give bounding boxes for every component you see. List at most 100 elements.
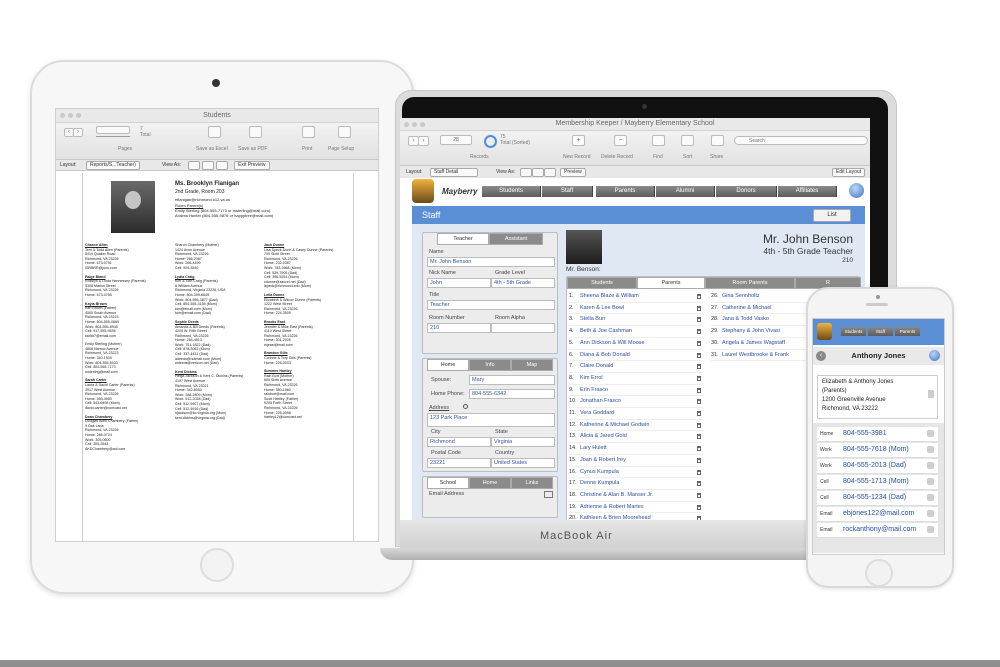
email-icon[interactable] (927, 526, 934, 533)
list-item[interactable]: 11. Vera Goddard (569, 408, 703, 420)
trash-icon[interactable] (697, 516, 701, 520)
trash-icon[interactable] (697, 492, 701, 498)
trash-icon[interactable] (697, 434, 701, 440)
list-item[interactable]: 20. Kathleen & Brien Moorehead (569, 513, 703, 520)
contact-value[interactable]: 804-555-1713 (Mom) (843, 478, 909, 485)
list-item-name[interactable]: Gina Sennholtz (722, 293, 760, 299)
tab-school[interactable]: School (427, 477, 469, 489)
contact-row[interactable]: Email rockanthony@mail.com (817, 523, 938, 538)
list-item-name[interactable]: Angela & James Wagstaff (722, 340, 785, 346)
phone-icon[interactable] (927, 494, 934, 501)
list-item-name[interactable]: Claire Donald (580, 363, 613, 369)
list-item[interactable]: 10. Jonathan Frasco (569, 396, 703, 409)
save-as-excel-button[interactable]: Save as Excel (196, 146, 228, 152)
list-item[interactable]: 16. Cynus Kumpula (569, 467, 703, 479)
trash-icon[interactable] (697, 411, 701, 417)
zoom-window-icon[interactable] (76, 113, 81, 118)
list-item-name[interactable]: Ann Dickson & Will Moose (580, 340, 645, 346)
close-window-icon[interactable] (60, 113, 65, 118)
zoom-window-icon[interactable] (420, 122, 425, 127)
tab-parents[interactable]: Parents (637, 277, 705, 289)
list-item[interactable]: 18. Christine & Alan B. Manser Jr. (569, 490, 703, 502)
find-icon[interactable] (652, 135, 665, 146)
search-input[interactable] (734, 136, 868, 145)
list-item-name[interactable]: Denne Kumpula (580, 480, 619, 486)
list-item[interactable]: 19. Adrienne & Robert Martes (569, 502, 703, 514)
room-alpha-field[interactable] (491, 323, 555, 333)
list-item[interactable]: 13. Alicia & Jared Gold (569, 431, 703, 444)
page-slider[interactable] (96, 136, 130, 137)
phone-icon[interactable] (927, 462, 934, 469)
print-button[interactable]: Print (302, 146, 312, 152)
list-item[interactable]: 17. Denne Kumpula (569, 478, 703, 490)
save-excel-icon[interactable] (208, 126, 221, 138)
list-item[interactable]: 4. Beth & Joe Cashman (569, 326, 703, 338)
new-record-button[interactable]: New Record (563, 154, 591, 160)
list-item-name[interactable]: Kathleen & Brien Moorehead (580, 515, 651, 520)
view-list-icon[interactable] (202, 161, 214, 170)
contact-value[interactable]: 804-555-3981 (843, 430, 887, 437)
trash-icon[interactable] (697, 387, 701, 393)
list-item-name[interactable]: Lary Hulett (580, 445, 607, 451)
view-form-icon[interactable] (520, 168, 532, 177)
next-record-icon[interactable]: › (418, 136, 429, 146)
list-item-name[interactable]: Katherine & Michael Godwin (580, 422, 649, 428)
contact-value[interactable]: ebjones122@mail.com (843, 510, 914, 517)
list-item-name[interactable]: Joan & Robert Irey (580, 457, 626, 463)
layout-select[interactable]: Reports/S...Teacher) (86, 161, 140, 170)
share-button[interactable]: Share (710, 154, 723, 160)
globe-icon[interactable] (929, 350, 940, 361)
list-item[interactable]: 1. Sheena Blaze & William (569, 291, 703, 303)
list-item-name[interactable]: Sheena Blaze & William (580, 293, 639, 299)
find-button[interactable]: Find (653, 154, 663, 160)
record-number-field[interactable]: 28 (440, 135, 472, 145)
email-icon[interactable] (927, 510, 934, 517)
globe-icon[interactable] (849, 183, 864, 198)
nav-tab-affiliates[interactable]: Affiliates (778, 186, 837, 197)
name-field[interactable]: Mr. John Benson (427, 257, 555, 267)
trash-icon[interactable] (697, 364, 701, 370)
list-item-name[interactable]: Adrienne & Robert Martes (580, 504, 644, 510)
tab-info[interactable]: Info (469, 359, 511, 371)
view-list-icon[interactable] (532, 168, 544, 177)
grade-level-field[interactable]: 4th - 5th Grade (491, 278, 555, 288)
view-form-icon[interactable] (188, 161, 200, 170)
spouse-field[interactable]: Mary (469, 375, 555, 385)
page-setup-button[interactable]: Page Setup (328, 146, 354, 152)
tab-school-home[interactable]: Home (469, 477, 511, 489)
nav-tab-staff[interactable]: Staff (542, 186, 593, 197)
tab-home[interactable]: Home (427, 359, 469, 371)
room-number-field[interactable]: 210 (427, 323, 491, 333)
list-item-name[interactable]: Christine & Alan B. Manser Jr. (580, 492, 653, 498)
trash-icon[interactable] (697, 446, 701, 452)
minimize-window-icon[interactable] (412, 122, 417, 127)
nav-tab-donors[interactable]: Donors (716, 186, 777, 197)
location-pin-icon[interactable] (463, 404, 468, 409)
contact-value[interactable]: 804-555-1234 (Dad) (843, 494, 906, 501)
address-field[interactable]: 123 Park Place (427, 413, 555, 427)
save-as-pdf-button[interactable]: Save as PDF (238, 146, 267, 152)
trash-icon[interactable] (697, 340, 701, 346)
mobile-tab-parents[interactable]: Parents (895, 327, 920, 336)
title-field[interactable]: Teacher (427, 300, 555, 310)
phone-icon[interactable] (927, 478, 934, 485)
trash-icon[interactable] (697, 305, 701, 311)
view-table-icon[interactable] (216, 161, 228, 170)
trash-icon[interactable] (697, 329, 701, 335)
preview-button[interactable]: Preview (560, 168, 586, 177)
trash-icon[interactable] (697, 294, 701, 299)
list-item-name[interactable]: Karen & Lee Bowl (580, 305, 624, 311)
mobile-tab-students[interactable]: Students (841, 327, 866, 336)
contact-row[interactable]: Cell 804-555-1713 (Mom) (817, 475, 938, 490)
close-window-icon[interactable] (404, 122, 409, 127)
state-field[interactable]: Virginia (491, 437, 555, 447)
nav-tab-parents[interactable]: Parents (596, 186, 655, 197)
tab-students[interactable]: Students (567, 277, 637, 289)
next-page-icon[interactable]: › (73, 128, 83, 137)
country-field[interactable]: United States (491, 458, 555, 468)
trash-icon[interactable] (697, 352, 701, 358)
nick-name-field[interactable]: John (427, 278, 491, 288)
list-button[interactable]: List (813, 209, 851, 222)
contact-row[interactable]: Cell 804-555-1234 (Dad) (817, 491, 938, 506)
phone-icon[interactable] (927, 430, 934, 437)
